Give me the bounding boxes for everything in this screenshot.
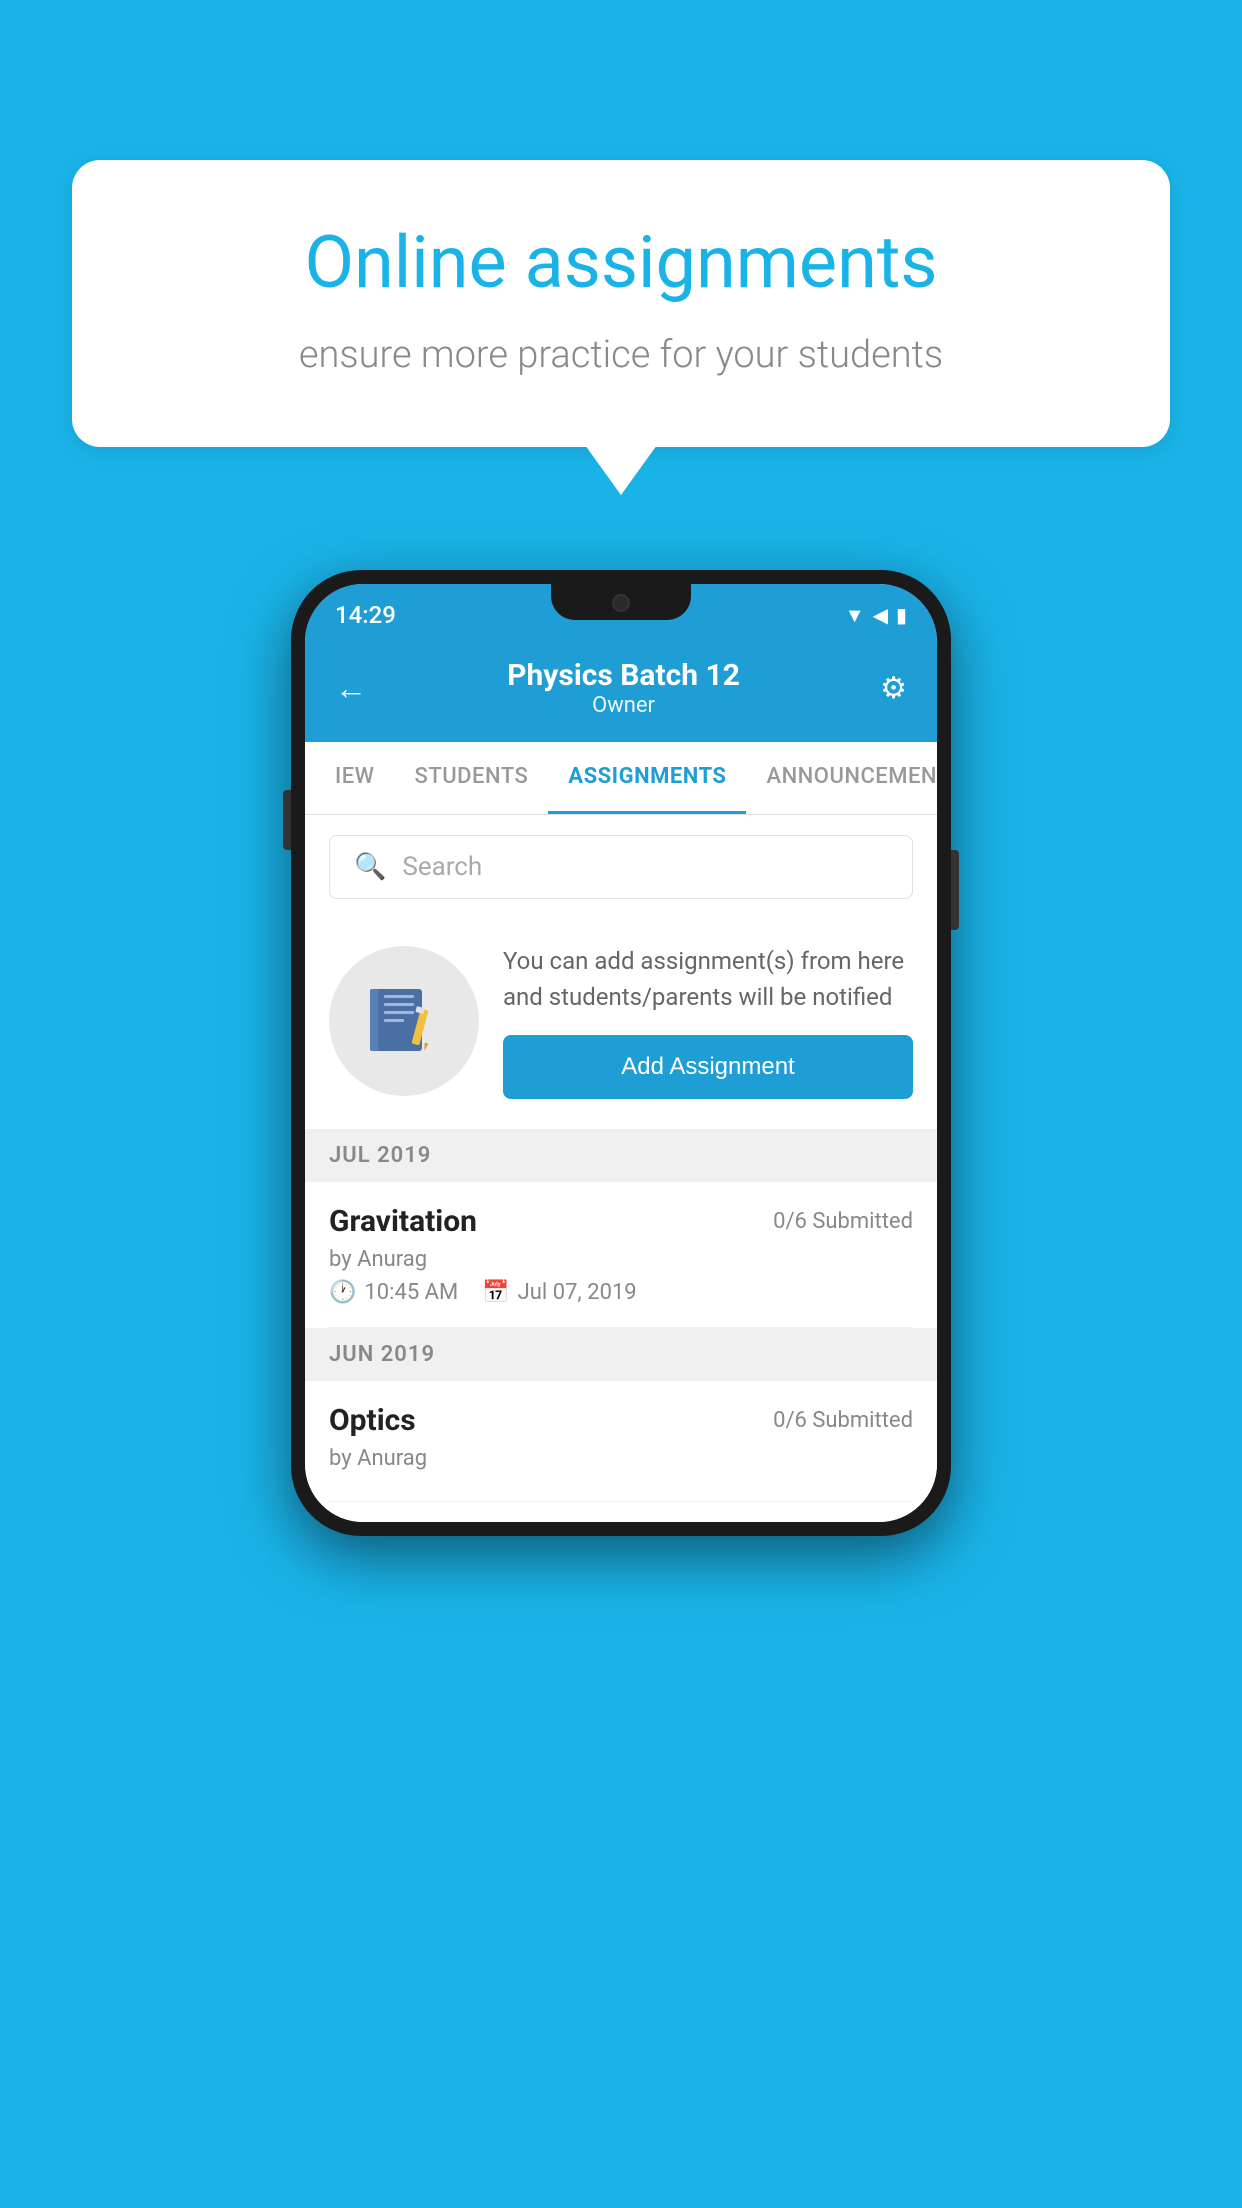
- speech-bubble-section: Online assignments ensure more practice …: [72, 160, 1170, 495]
- notebook-svg: [364, 981, 444, 1061]
- month-label-jun: JUN 2019: [329, 1342, 435, 1367]
- assignment-gravitation-time: 10:45 AM: [364, 1280, 458, 1305]
- month-label-jul: JUL 2019: [329, 1143, 431, 1168]
- header-center: Physics Batch 12 Owner: [507, 658, 740, 718]
- status-time: 14:29: [335, 601, 396, 629]
- back-button[interactable]: ←: [335, 669, 367, 707]
- phone-mockup: 14:29 ▼ ◀ ▮ ← Physics Batch 12 Owner ⚙ I…: [291, 570, 951, 1536]
- add-assignment-button[interactable]: Add Assignment: [503, 1035, 913, 1099]
- assignment-optics-name: Optics: [329, 1403, 416, 1438]
- assignment-gravitation-date: Jul 07, 2019: [518, 1280, 637, 1305]
- signal-icon: ◀: [873, 603, 888, 627]
- clock-icon: 🕐: [329, 1280, 356, 1305]
- speech-bubble-title: Online assignments: [152, 220, 1090, 305]
- main-content: 🔍 Search: [305, 815, 937, 1522]
- tab-assignments[interactable]: ASSIGNMENTS: [548, 742, 746, 814]
- assignment-optics-submitted: 0/6 Submitted: [773, 1408, 913, 1433]
- notebook-icon-circle: [329, 946, 479, 1096]
- month-section-jun: JUN 2019: [305, 1328, 937, 1381]
- settings-button[interactable]: ⚙: [880, 671, 907, 706]
- assignment-gravitation-author: by Anurag: [329, 1247, 913, 1272]
- meta-time: 🕐 10:45 AM: [329, 1280, 458, 1305]
- assignment-optics[interactable]: Optics 0/6 Submitted by Anurag: [329, 1381, 913, 1502]
- status-icons: ▼ ◀ ▮: [845, 603, 907, 628]
- wifi-icon: ▼: [845, 603, 865, 628]
- phone-screen: 14:29 ▼ ◀ ▮ ← Physics Batch 12 Owner ⚙ I…: [305, 584, 937, 1522]
- assignment-gravitation[interactable]: Gravitation 0/6 Submitted by Anurag 🕐 10…: [329, 1182, 913, 1328]
- speech-bubble-tail: [585, 445, 657, 495]
- meta-date: 📅 Jul 07, 2019: [482, 1280, 636, 1305]
- info-text: You can add assignment(s) from here and …: [503, 943, 913, 1015]
- tab-announcements[interactable]: ANNOUNCEMENTS: [746, 742, 937, 814]
- info-section: You can add assignment(s) from here and …: [329, 923, 913, 1129]
- info-right: You can add assignment(s) from here and …: [503, 943, 913, 1099]
- header-title: Physics Batch 12: [507, 658, 740, 693]
- assignment-gravitation-name: Gravitation: [329, 1204, 477, 1239]
- calendar-icon: 📅: [482, 1280, 509, 1305]
- header-subtitle: Owner: [507, 693, 740, 718]
- speech-bubble: Online assignments ensure more practice …: [72, 160, 1170, 447]
- speech-bubble-subtitle: ensure more practice for your students: [152, 333, 1090, 377]
- month-section-jul: JUL 2019: [305, 1129, 937, 1182]
- camera-icon: [612, 594, 630, 612]
- battery-icon: ▮: [896, 603, 907, 627]
- search-bar[interactable]: 🔍 Search: [329, 835, 913, 899]
- tabs-container: IEW STUDENTS ASSIGNMENTS ANNOUNCEMENTS: [305, 742, 937, 815]
- assignment-gravitation-header: Gravitation 0/6 Submitted: [329, 1204, 913, 1239]
- assignment-gravitation-meta: 🕐 10:45 AM 📅 Jul 07, 2019: [329, 1280, 913, 1305]
- phone-outer: 14:29 ▼ ◀ ▮ ← Physics Batch 12 Owner ⚙ I…: [291, 570, 951, 1536]
- assignment-optics-author: by Anurag: [329, 1446, 913, 1471]
- tab-students[interactable]: STUDENTS: [395, 742, 549, 814]
- search-placeholder: Search: [402, 852, 482, 882]
- tab-iew[interactable]: IEW: [315, 742, 395, 814]
- search-icon: 🔍: [354, 852, 386, 882]
- phone-notch: [551, 584, 691, 620]
- app-header: ← Physics Batch 12 Owner ⚙: [305, 638, 937, 742]
- assignment-gravitation-submitted: 0/6 Submitted: [773, 1209, 913, 1234]
- assignment-optics-header: Optics 0/6 Submitted: [329, 1403, 913, 1438]
